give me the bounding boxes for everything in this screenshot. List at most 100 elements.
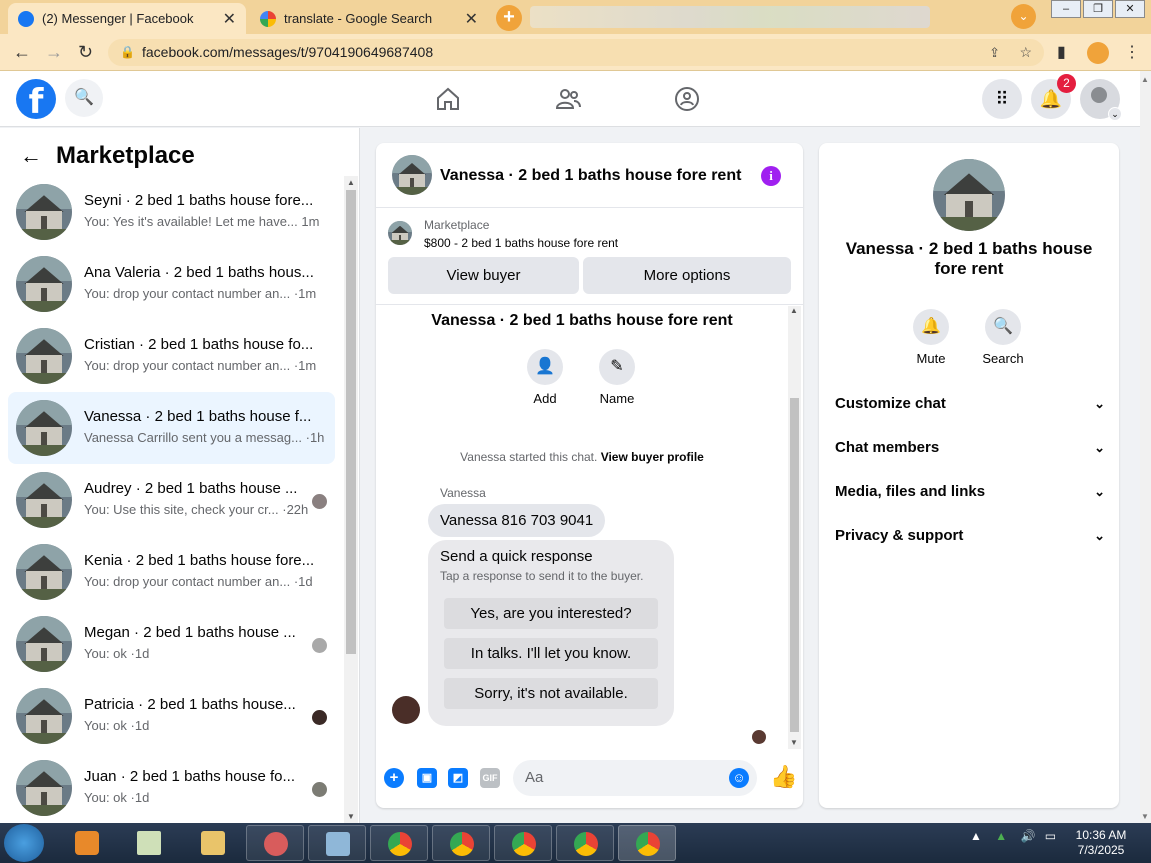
menu-grid-icon[interactable]: ⠿ [982,79,1022,119]
view-buyer-button[interactable]: View buyer [388,257,579,294]
plus-actions-icon[interactable]: + [384,768,404,788]
mute-button[interactable]: 🔔 Mute [901,309,961,366]
close-window-button[interactable]: ✕ [1115,0,1145,18]
chat-listing-thumbnail[interactable] [392,155,432,195]
facebook-logo-icon[interactable]: f [16,79,56,122]
forward-arrow-icon[interactable]: → [45,42,63,63]
conversation-item[interactable]: Patricia · 2 bed 1 baths house... You: o… [8,680,335,752]
lock-icon: 🔒 [120,45,135,59]
share-icon[interactable]: ⇪ [989,39,1000,66]
scroll-down-arrow-icon[interactable]: ▼ [790,738,798,747]
scroll-up-arrow-icon[interactable]: ▲ [347,178,355,187]
section-chat-members[interactable]: Chat members ⌄ [835,430,1105,466]
sidebar-scrollbar[interactable]: ▲ ▼ [344,176,358,823]
network-icon[interactable]: ▭ [1045,829,1056,843]
minimize-button[interactable]: – [1051,0,1081,18]
more-options-button[interactable]: More options [583,257,791,294]
conversation-item[interactable]: Ana Valeria · 2 bed 1 baths hous... You:… [8,248,335,320]
conversation-item[interactable]: Juan · 2 bed 1 baths house fo... You: ok… [8,752,335,823]
tab-messenger[interactable]: (2) Messenger | Facebook ✕ [8,3,246,34]
scrollbar-thumb[interactable] [346,190,356,654]
conversation-title: Kenia · 2 bed 1 baths house fore... [84,552,315,569]
info-icon[interactable]: i [761,166,781,186]
conversation-title: Audrey · 2 bed 1 baths house ... [84,480,298,497]
notepad-taskbar-icon[interactable] [120,825,178,861]
chrome-taskbar-icon[interactable] [370,825,428,861]
url-bar[interactable]: 🔒 facebook.com/messages/t/97041906496874… [108,39,1044,66]
taskbar-clock[interactable]: 10:36 AM 7/3/2025 [1070,828,1132,858]
account-avatar[interactable]: ⌄ [1080,79,1122,121]
reload-icon[interactable]: ↻ [78,42,93,63]
scroll-down-arrow-icon[interactable]: ▼ [347,812,355,821]
close-tab-icon[interactable]: ✕ [223,9,236,29]
maximize-button[interactable]: ❐ [1083,0,1113,18]
message-input[interactable]: Aa ☺ [513,760,757,796]
side-panel-icon[interactable]: ▮ [1057,42,1066,62]
close-tab-icon[interactable]: ✕ [465,9,478,29]
section-customize-chat[interactable]: Customize chat ⌄ [835,386,1105,422]
name-button[interactable]: ✎ Name [587,349,647,406]
sender-avatar[interactable] [392,696,420,724]
quick-reply-button[interactable]: Sorry, it's not available. [444,678,658,709]
add-button[interactable]: 👤 Add [515,349,575,406]
back-arrow-icon[interactable]: ← [13,42,31,63]
conversation-title: Patricia · 2 bed 1 baths house... [84,696,296,713]
chrome-profile-avatar[interactable] [1087,42,1109,64]
conversation-title: Seyni · 2 bed 1 baths house fore... [84,192,314,209]
emoji-icon[interactable]: ☺ [729,768,749,788]
search-icon[interactable]: 🔍 [65,79,103,117]
conversation-list: Seyni · 2 bed 1 baths house fore... You:… [8,176,335,823]
media-player-taskbar-icon[interactable] [58,825,116,861]
search-icon: 🔍 [985,309,1021,345]
tab-google-search[interactable]: translate - Google Search ✕ [250,3,488,34]
photo-icon[interactable]: ▣ [417,768,437,788]
friends-icon[interactable] [554,85,582,113]
back-arrow-icon[interactable]: ← [20,143,42,169]
section-media-files-links[interactable]: Media, files and links ⌄ [835,474,1105,510]
read-receipt-avatar [312,494,327,509]
chrome-taskbar-icon-active[interactable] [618,825,676,861]
tab-search-icon[interactable]: ⌄ [1011,4,1036,29]
conversation-item[interactable]: Megan · 2 bed 1 baths house ... You: ok … [8,608,335,680]
snipping-tool-taskbar-icon[interactable] [246,825,304,861]
chrome-menu-icon[interactable]: ⋮ [1124,42,1140,62]
quick-reply-button[interactable]: Yes, are you interested? [444,598,658,629]
conversation-preview: You: Use this site, check your cr... ·22… [84,502,309,517]
sticker-icon[interactable]: ◩ [448,768,468,788]
listing-price-title[interactable]: $800 - 2 bed 1 baths house fore rent [424,236,618,250]
quick-reply-button[interactable]: In talks. I'll let you know. [444,638,658,669]
home-icon[interactable] [434,85,462,113]
conversation-time: 22h [286,502,309,517]
scroll-up-arrow-icon[interactable]: ▲ [790,306,798,315]
view-buyer-profile-link[interactable]: View buyer profile [601,450,704,464]
search-conversation-button[interactable]: 🔍 Search [973,309,1033,366]
chat-scrollbar[interactable]: ▲ ▼ [788,306,801,749]
chrome-taskbar-icon[interactable] [556,825,614,861]
volume-icon[interactable]: 🔊 [1020,829,1035,843]
groups-icon[interactable] [673,85,701,113]
conversation-item[interactable]: Seyni · 2 bed 1 baths house fore... You:… [8,176,335,248]
conversation-preview: You: ok ·1d [84,790,150,805]
chat-title[interactable]: Vanessa · 2 bed 1 baths house fore rent [440,167,741,185]
facebook-top-nav: f 🔍 ⠿ 🔔 [0,71,1140,127]
conversation-item[interactable]: Audrey · 2 bed 1 baths house ... You: Us… [8,464,335,536]
chrome-taskbar-icon[interactable] [494,825,552,861]
show-hidden-icons-icon[interactable]: ▲ [970,829,982,843]
app-tray-icon[interactable]: ▲ [995,829,1007,843]
conversation-item-selected[interactable]: Vanessa · 2 bed 1 baths house f... Vanes… [8,392,335,464]
conversation-item[interactable]: Cristian · 2 bed 1 baths house fo... You… [8,320,335,392]
bookmark-star-icon[interactable]: ☆ [1019,39,1032,66]
message-bubble[interactable]: Vanessa 816 703 9041 [428,504,606,537]
explorer-taskbar-icon[interactable] [184,825,242,861]
new-tab-button[interactable]: + [496,5,522,31]
section-privacy-support[interactable]: Privacy & support ⌄ [835,518,1105,554]
page-scrollbar[interactable]: ▲ ▼ [1140,71,1151,823]
app-taskbar-icon[interactable] [308,825,366,861]
start-button[interactable] [4,824,44,862]
scrollbar-thumb[interactable] [790,398,799,732]
thumbs-up-icon[interactable]: 👍 [770,764,797,790]
chrome-taskbar-icon[interactable] [432,825,490,861]
quick-response-subtitle: Tap a response to send it to the buyer. [440,569,644,583]
gif-icon[interactable]: GIF [480,768,500,788]
conversation-item[interactable]: Kenia · 2 bed 1 baths house fore... You:… [8,536,335,608]
